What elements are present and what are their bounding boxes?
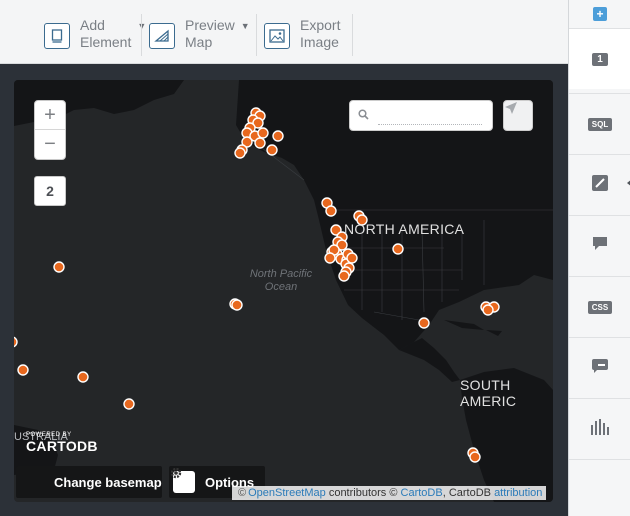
map-search-box [349, 100, 493, 131]
editor-toolbar: Add Element ▼ Preview Map ▼ Export Image [0, 0, 568, 64]
cartodb-link[interactable]: CartoDB [401, 487, 443, 499]
map-marker[interactable] [17, 364, 29, 376]
add-element-button[interactable]: Add Element ▼ [44, 14, 146, 54]
map-marker[interactable] [254, 137, 266, 149]
preview-map-label: Preview Map [185, 17, 235, 50]
zoom-control: + − [34, 100, 66, 160]
label-north-america: NORTH AMERICA [344, 221, 465, 237]
add-element-icon [44, 23, 70, 49]
map-marker[interactable] [325, 205, 337, 217]
add-layer-button[interactable]: + [593, 7, 607, 21]
infowindow-icon [592, 236, 608, 256]
chevron-down-icon[interactable]: ▼ [241, 21, 250, 31]
sidebar-item-wizard[interactable] [569, 154, 630, 215]
attribution-link[interactable]: attribution [494, 487, 542, 499]
landmass-hispaniola [486, 330, 502, 336]
map-marker[interactable] [266, 144, 278, 156]
label-north-pacific: North Pacific Ocean [249, 268, 313, 293]
histogram-icon [590, 418, 610, 440]
map-search-input[interactable] [378, 107, 482, 125]
sidebar-empty-slot [569, 459, 630, 516]
map-marker[interactable] [469, 451, 481, 463]
cartodb-logo[interactable]: POWERED BY CARTODB [26, 432, 98, 454]
map-marker[interactable] [324, 252, 336, 264]
zoom-out-button[interactable]: − [35, 130, 65, 159]
map-marker[interactable] [392, 243, 404, 255]
sidebar-item-histogram[interactable] [569, 398, 630, 459]
map-marker[interactable] [123, 398, 135, 410]
landmass-cuba [444, 320, 484, 330]
sidebar-item-css[interactable]: CSS [569, 276, 630, 337]
map-marker[interactable] [234, 147, 246, 159]
style-wizard-icon [592, 174, 608, 196]
preview-icon [149, 23, 175, 49]
map-marker[interactable] [53, 261, 65, 273]
gear-icon [170, 467, 195, 493]
zoom-in-button[interactable]: + [35, 101, 65, 130]
locate-button[interactable] [503, 100, 533, 131]
divider [256, 14, 257, 56]
legend-icon [591, 358, 609, 379]
map-marker[interactable] [346, 252, 358, 264]
map-canvas[interactable]: NORTH AMERICA SOUTH AMERIC North Pacific… [14, 80, 553, 502]
label-south-america: SOUTH AMERIC [460, 377, 517, 409]
map-marker[interactable] [418, 317, 430, 329]
map-marker[interactable] [338, 270, 350, 282]
map-marker[interactable] [77, 371, 89, 383]
sidebar-item-layer[interactable]: 1 [569, 28, 630, 89]
divider [352, 14, 353, 56]
sidebar-item-legend[interactable] [569, 337, 630, 398]
map-attribution: © OpenStreetMap contributors © CartoDB ,… [232, 486, 547, 500]
preview-map-button[interactable]: Preview Map ▼ [149, 14, 250, 54]
map-marker[interactable] [272, 130, 284, 142]
export-image-label: Export Image [300, 17, 341, 50]
sidebar-item-infowindow[interactable] [569, 215, 630, 276]
divider [141, 14, 142, 56]
osm-link[interactable]: OpenStreetMap [248, 487, 326, 499]
change-basemap-button[interactable]: Change basemap [16, 466, 162, 498]
layer-number-icon: 1 [592, 52, 608, 66]
zoom-level-indicator: 2 [34, 176, 66, 206]
sql-icon: SQL [587, 117, 613, 131]
map-marker[interactable] [231, 299, 243, 311]
add-layer-area: + [569, 0, 630, 28]
map-marker[interactable] [482, 304, 494, 316]
add-element-label: Add Element [80, 17, 132, 50]
sidebar-item-sql[interactable]: SQL [569, 93, 630, 154]
css-icon: CSS [587, 300, 613, 314]
export-image-button[interactable]: Export Image [264, 14, 340, 54]
map-marker[interactable] [257, 127, 269, 139]
map-marker[interactable] [14, 336, 18, 348]
layer-sidebar: + 1 SQL CSS [568, 0, 630, 516]
image-icon [264, 23, 290, 49]
